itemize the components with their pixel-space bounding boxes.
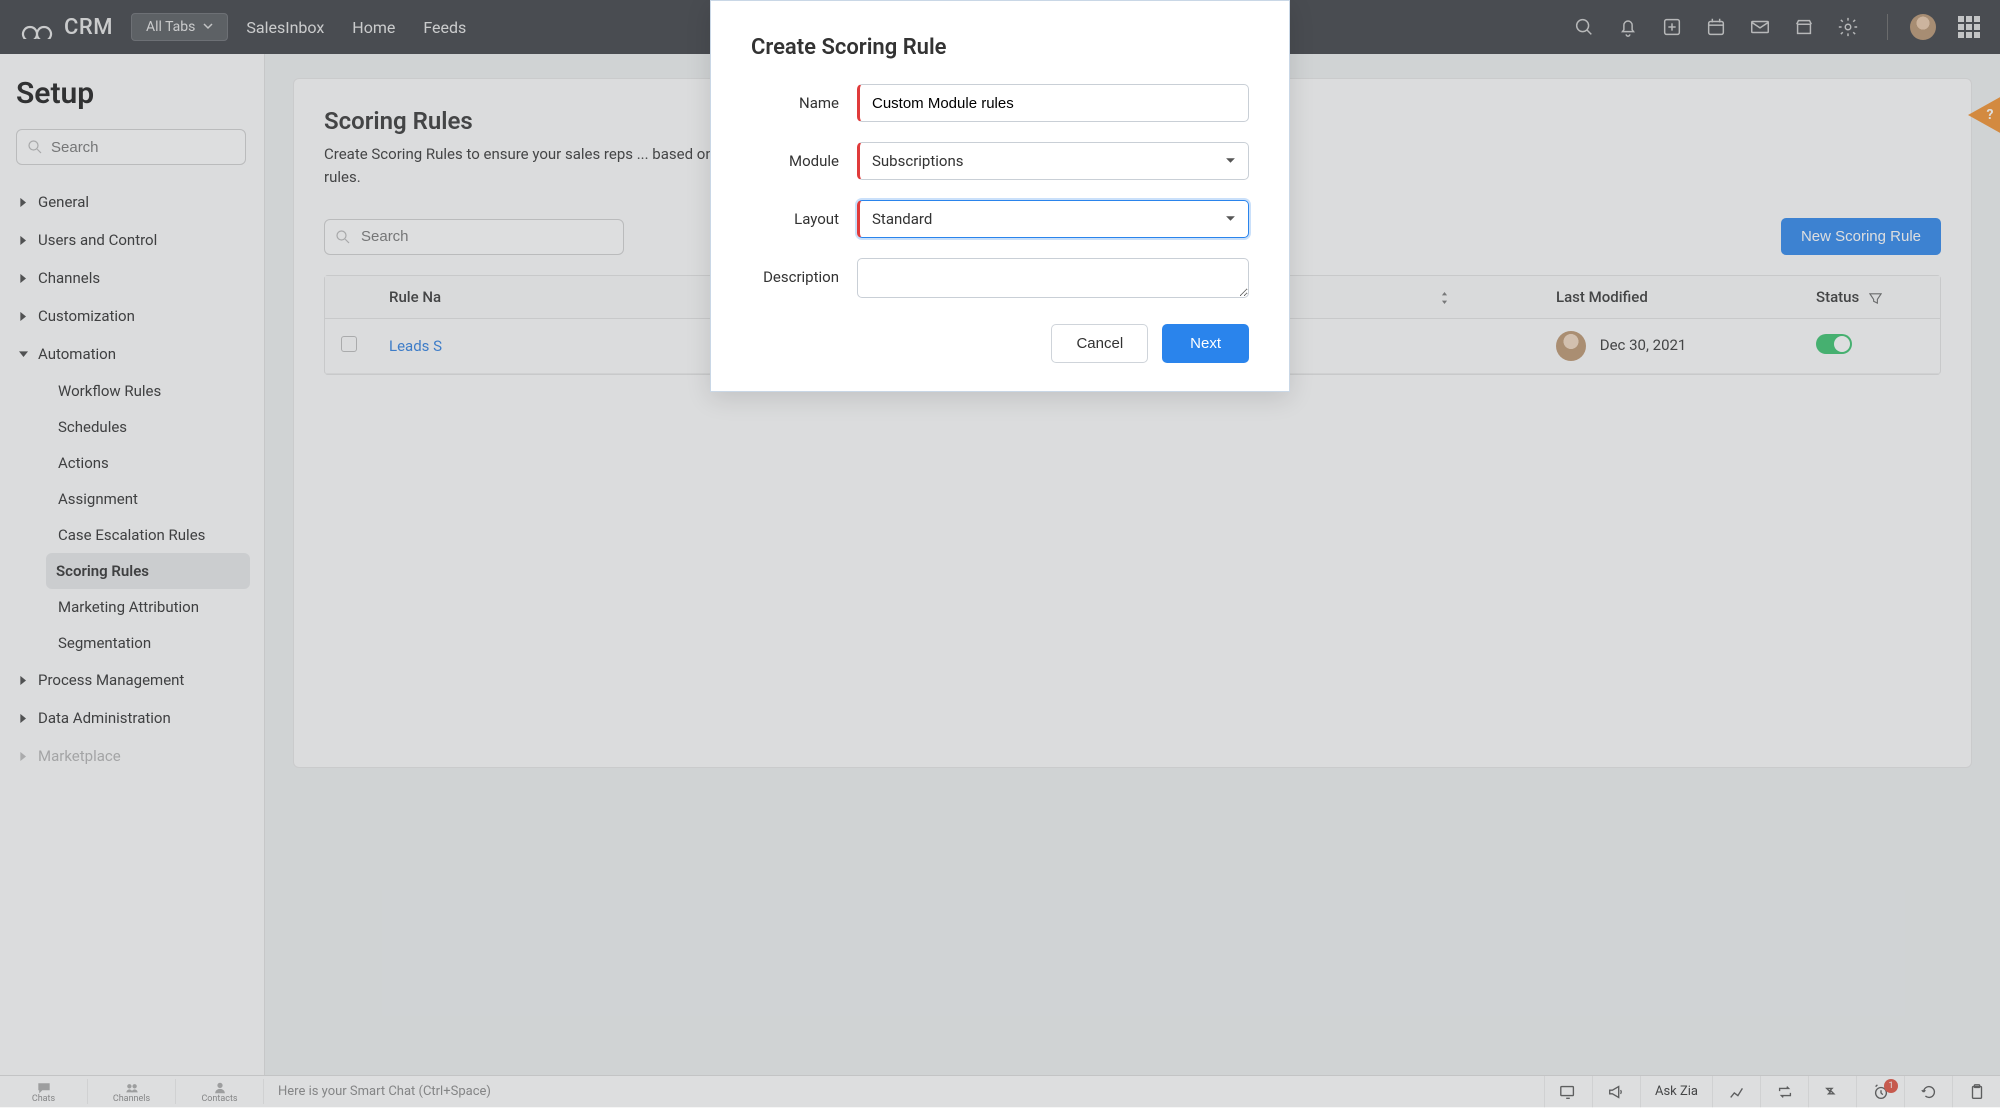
next-button[interactable]: Next: [1162, 324, 1249, 363]
layout-value: Standard: [872, 210, 932, 228]
module-select[interactable]: Subscriptions: [857, 142, 1249, 180]
form-row-layout: Layout Standard: [751, 200, 1249, 238]
create-scoring-rule-modal: Create Scoring Rule Name Module Subscrip…: [710, 0, 1290, 392]
label-layout: Layout: [751, 200, 857, 228]
modal-title: Create Scoring Rule: [751, 35, 1249, 60]
chevron-down-icon: [1225, 210, 1236, 228]
form-row-name: Name: [751, 84, 1249, 122]
label-module: Module: [751, 142, 857, 170]
form-row-module: Module Subscriptions: [751, 142, 1249, 180]
name-input[interactable]: [857, 84, 1249, 122]
form-row-description: Description: [751, 258, 1249, 302]
modal-actions: Cancel Next: [751, 324, 1249, 363]
layout-select[interactable]: Standard: [857, 200, 1249, 238]
label-name: Name: [751, 84, 857, 112]
chevron-down-icon: [1225, 152, 1236, 170]
label-description: Description: [751, 258, 857, 286]
cancel-button[interactable]: Cancel: [1051, 324, 1148, 363]
module-value: Subscriptions: [872, 152, 963, 170]
description-textarea[interactable]: [857, 258, 1249, 298]
